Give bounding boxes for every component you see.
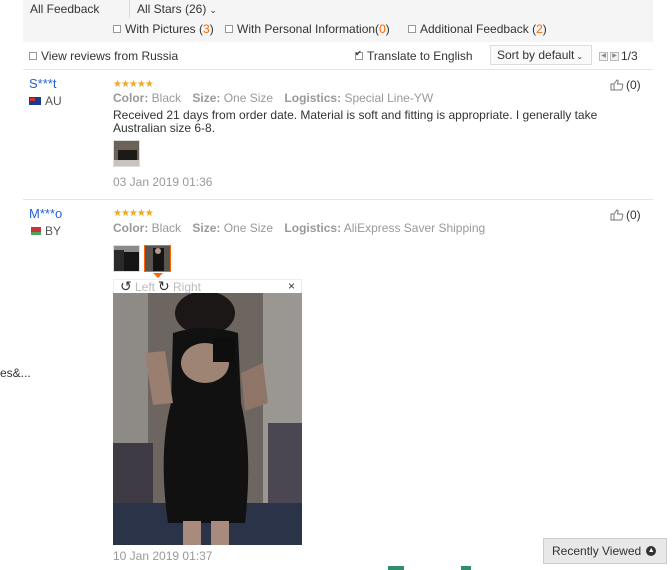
with-pictures-filter[interactable]: With Pictures (3) [113, 22, 214, 36]
view-russia-label: View reviews from Russia [41, 49, 179, 63]
all-stars-label: All Stars (26) [137, 2, 207, 16]
chevron-down-icon: ⌄ [576, 52, 584, 61]
photo-viewer: ↺ Left ↻ Right × [113, 278, 302, 545]
recently-viewed-label: Recently Viewed [552, 544, 642, 558]
viewer-toolbar: ↺ Left ↻ Right × [113, 278, 302, 294]
bottom-edge-element [461, 566, 471, 570]
view-russia-checkbox[interactable] [29, 52, 37, 60]
recently-viewed-button[interactable]: Recently Viewed ▲ [543, 538, 667, 564]
size-value: One Size [223, 91, 274, 105]
size-key: Size: [192, 91, 221, 105]
review-photo-thumbnail[interactable] [113, 140, 140, 167]
additional-feedback-paren: ) [542, 22, 547, 36]
reviewer-country: BY [29, 224, 61, 238]
close-icon[interactable]: × [288, 279, 295, 293]
country-code: AU [45, 94, 62, 108]
prev-page-icon[interactable]: ◀ [599, 51, 608, 61]
logistics-value: Special Line-YW [344, 91, 434, 105]
chevron-up-icon: ▲ [646, 546, 657, 556]
additional-feedback-label: Additional Feedback ( [420, 22, 537, 36]
sort-label: Sort by default [497, 48, 575, 62]
chevron-down-icon: ⌄ [209, 5, 217, 15]
review-photo-thumbnail[interactable] [113, 245, 140, 272]
belarus-flag-icon [29, 227, 41, 235]
logistics-key: Logistics: [284, 91, 342, 105]
color-value: Black [151, 221, 182, 235]
helpful-button[interactable]: (0) [610, 78, 641, 92]
color-value: Black [151, 91, 182, 105]
personal-info-label: With Personal Information( [237, 22, 380, 36]
photo-image [113, 293, 302, 545]
photo-thumb-image [114, 246, 139, 271]
australia-flag-icon [29, 97, 41, 105]
with-pictures-paren: ) [209, 22, 214, 36]
helpful-count: (0) [626, 78, 641, 92]
logistics-key: Logistics: [284, 221, 342, 235]
review-text: Received 21 days from order date. Materi… [113, 108, 598, 135]
size-value: One Size [223, 221, 274, 235]
personal-info-checkbox[interactable] [225, 25, 233, 33]
additional-feedback-count: 2 [536, 22, 543, 36]
helpful-count: (0) [626, 208, 641, 222]
color-key: Color: [113, 221, 149, 235]
logistics-value: AliExpress Saver Shipping [343, 221, 486, 235]
additional-feedback-checkbox[interactable] [408, 25, 416, 33]
reviewer-name[interactable]: M***o [29, 206, 62, 221]
star-rating: ★★★★★ [113, 208, 154, 219]
truncated-side-text[interactable]: es&... [0, 366, 31, 380]
reviewer-name[interactable]: S***t [29, 76, 56, 91]
bottom-edge-element [388, 566, 404, 570]
translate-option[interactable]: Translate to English [355, 49, 473, 63]
review-photo-large [113, 293, 302, 545]
size-key: Size: [192, 221, 221, 235]
review-date: 03 Jan 2019 01:36 [113, 175, 213, 189]
with-pictures-label: With Pictures ( [125, 22, 204, 36]
sort-dropdown[interactable]: Sort by default ⌄ [490, 45, 592, 65]
country-code: BY [45, 224, 62, 238]
personal-info-count: 0 [379, 22, 386, 36]
thumbs-up-icon [610, 79, 624, 91]
translate-checkbox[interactable] [355, 49, 363, 60]
additional-feedback-filter[interactable]: Additional Feedback (2) [408, 22, 547, 36]
order-info: Color: Black Size: One Size Logistics: S… [113, 91, 441, 105]
review-photo-thumbnail-selected[interactable] [144, 245, 171, 272]
pager: ◀ ▶ 1/3 [599, 49, 638, 63]
all-stars-dropdown[interactable]: All Stars (26) ⌄ [137, 2, 217, 16]
translate-label: Translate to English [367, 49, 473, 63]
next-page-icon[interactable]: ▶ [610, 51, 619, 61]
thumbs-up-icon [610, 209, 624, 221]
order-info: Color: Black Size: One Size Logistics: A… [113, 221, 493, 235]
personal-info-paren: ) [385, 22, 390, 36]
all-feedback-tab[interactable]: All Feedback [30, 2, 99, 16]
page-indicator: 1/3 [621, 49, 638, 63]
divider [23, 69, 653, 70]
color-key: Color: [113, 91, 149, 105]
review-options-row: View reviews from Russia Translate to En… [0, 45, 660, 69]
star-rating: ★★★★★ [113, 79, 154, 90]
rotate-right-label[interactable]: Right [173, 280, 201, 294]
review-date: 10 Jan 2019 01:37 [113, 549, 213, 563]
view-russia-option[interactable]: View reviews from Russia [29, 49, 178, 63]
helpful-button[interactable]: (0) [610, 208, 641, 222]
photo-thumb-image [114, 141, 139, 166]
divider [23, 199, 653, 200]
with-pictures-checkbox[interactable] [113, 25, 121, 33]
feedback-filter-bar: All Feedback All Stars (26) ⌄ With Pictur… [23, 0, 653, 42]
tab-divider [129, 0, 130, 18]
reviewer-country: AU [29, 94, 62, 108]
personal-info-filter[interactable]: With Personal Information(0) [225, 22, 390, 36]
with-pictures-count: 3 [203, 22, 210, 36]
photo-thumb-image [145, 246, 170, 271]
rotate-left-label[interactable]: Left [135, 280, 155, 294]
